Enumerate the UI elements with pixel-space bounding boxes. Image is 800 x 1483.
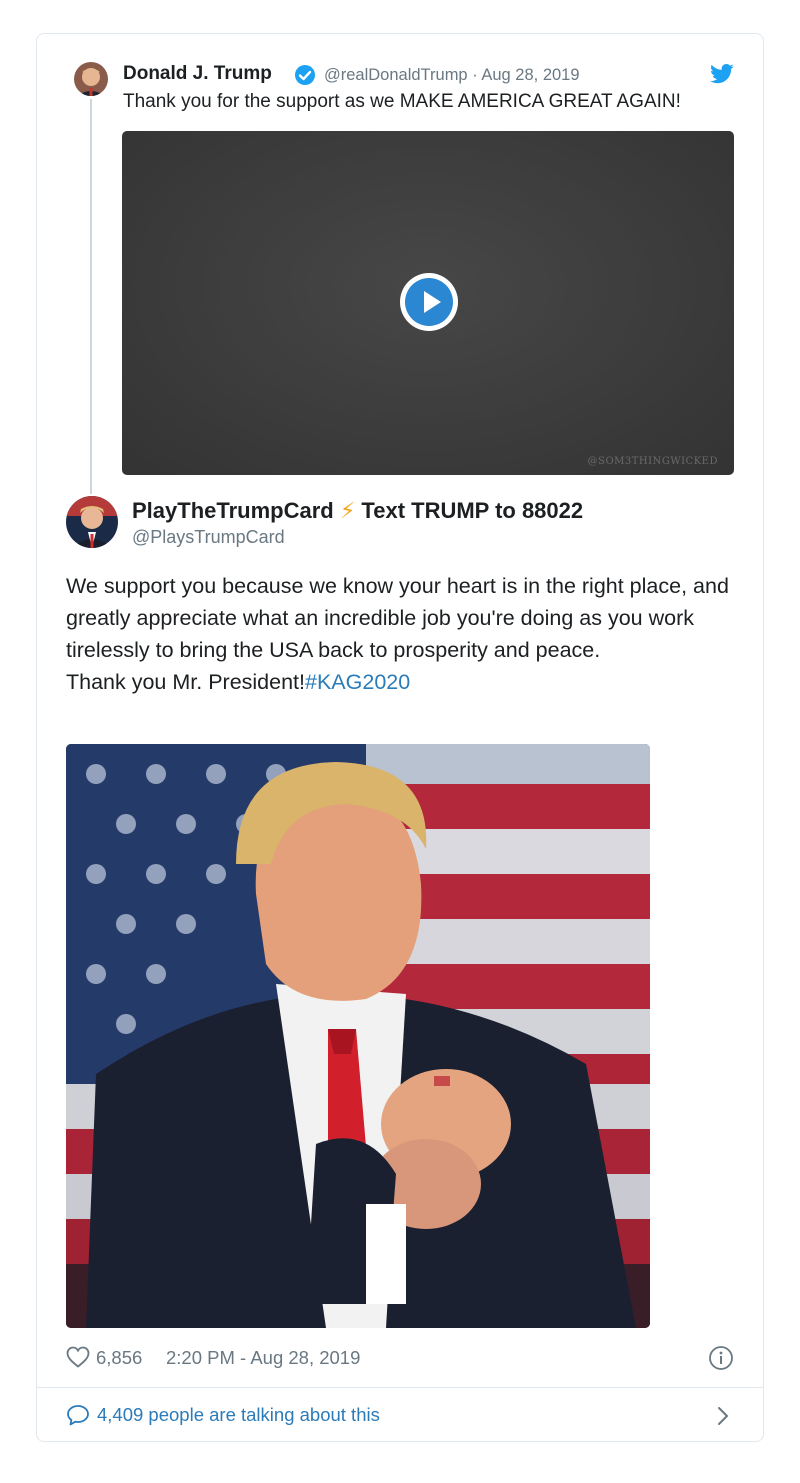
parent-author-name[interactable]: Donald J. Trump: [123, 63, 272, 85]
heart-icon[interactable]: [66, 1346, 90, 1373]
video-watermark: @SOM3THINGWICKED: [587, 456, 718, 467]
talking-count-text[interactable]: 4,409 people are talking about this: [97, 1404, 380, 1426]
tweet-photo[interactable]: [66, 744, 650, 1328]
tweet-meta-row: 6,856 2:20 PM - Aug 28, 2019: [66, 1345, 734, 1371]
parent-author-avatar[interactable]: [74, 62, 108, 96]
video-player[interactable]: @SOM3THINGWICKED: [122, 131, 734, 475]
quote-author-suffix: Text TRUMP to 88022: [361, 498, 584, 523]
quote-author-avatar[interactable]: [66, 496, 118, 548]
quote-author-handle[interactable]: @PlaysTrumpCard: [132, 527, 285, 548]
like-count[interactable]: 6,856: [96, 1347, 142, 1369]
lightning-bolt-icon: ⚡: [339, 498, 356, 523]
tweet-closing-line: Thank you Mr. President!#KAG2020: [66, 666, 746, 698]
thread-connector-line: [90, 99, 92, 494]
footer-divider: [37, 1387, 763, 1388]
verified-badge-icon: [294, 64, 316, 91]
twitter-bird-icon[interactable]: [710, 64, 734, 89]
info-icon[interactable]: [708, 1345, 734, 1376]
tweet-timestamp[interactable]: 2:20 PM - Aug 28, 2019: [166, 1347, 360, 1369]
tweet-body: We support you because we know your hear…: [66, 570, 746, 698]
play-icon: [405, 278, 453, 326]
parent-tweet-text: Thank you for the support as we MAKE AME…: [123, 91, 681, 112]
parent-handle-and-date[interactable]: @realDonaldTrump · Aug 28, 2019: [324, 66, 580, 85]
quote-author-name[interactable]: PlayTheTrumpCard ⚡ Text TRUMP to 88022: [132, 498, 583, 524]
quote-author-name-text: PlayTheTrumpCard: [132, 498, 334, 523]
tweet-closing-text: Thank you Mr. President!: [66, 670, 305, 694]
tweet-body-text: We support you because we know your hear…: [66, 574, 729, 662]
play-button[interactable]: [400, 273, 458, 331]
chevron-right-icon[interactable]: [716, 1405, 730, 1432]
conversation-link[interactable]: 4,409 people are talking about this: [66, 1402, 734, 1428]
reply-bubble-icon: [66, 1404, 90, 1431]
hashtag-link[interactable]: #KAG2020: [305, 670, 410, 694]
